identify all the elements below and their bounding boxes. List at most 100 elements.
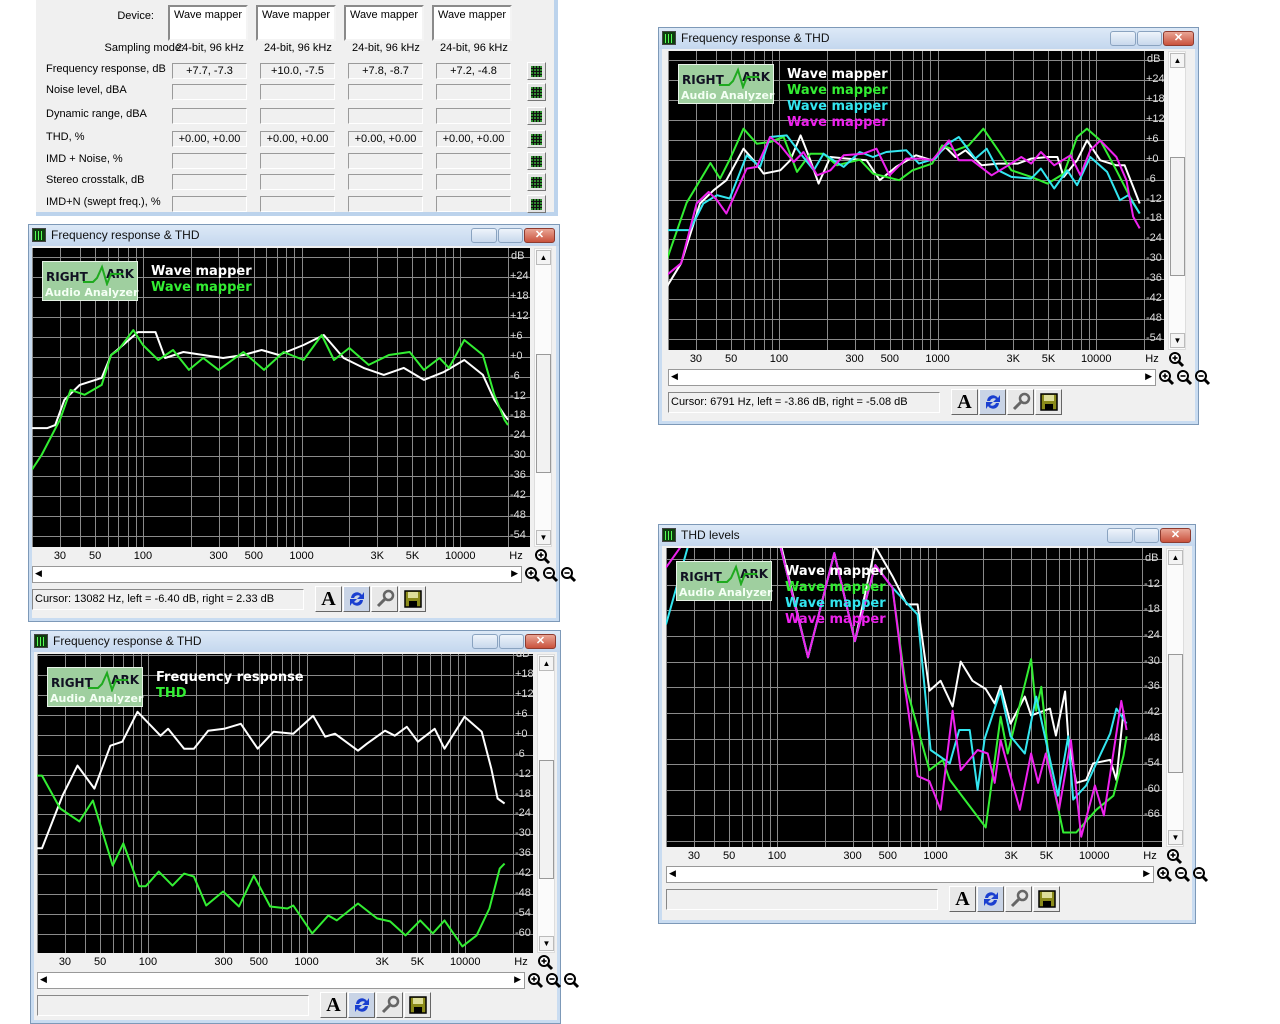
zoom-out-x-icon[interactable] [542,566,559,583]
x-tick-label: 100 [767,850,787,862]
scroll-left-button[interactable]: ◀ [35,568,42,579]
settings-button[interactable] [1005,886,1032,912]
close-button[interactable]: ✕ [524,228,555,243]
zoom-reset-icon[interactable] [560,566,577,583]
scroll-thumb[interactable] [539,759,554,880]
zoom-in-y-icon[interactable] [1166,848,1183,865]
maximize-button[interactable] [1137,31,1162,46]
scroll-right-button[interactable]: ▶ [511,568,518,579]
horizontal-scrollbar[interactable]: ◀ ▶ [666,866,1154,883]
scroll-down-button[interactable]: ▼ [1168,830,1183,845]
show-graph-button[interactable] [527,173,546,191]
cursor-status-field[interactable]: Cursor: 13082 Hz, left = -6.40 dB, right… [32,589,304,610]
show-graph-button[interactable] [527,107,546,125]
save-button[interactable] [404,992,431,1018]
font-button[interactable]: A [951,389,978,415]
device-select[interactable]: Wave mapper [344,5,424,41]
show-graph-button[interactable] [527,130,546,148]
refresh-button[interactable] [348,992,375,1018]
graph-plot[interactable]: dB +24 +18 +12 +6 +0 -6 -12 -18 -24 -30 -36 -42 -48 -5… [668,51,1165,350]
font-button[interactable]: A [949,886,976,912]
zoom-out-x-icon[interactable] [1174,866,1191,883]
scroll-right-button[interactable]: ▶ [1143,868,1150,879]
title-bar[interactable]: Frequency response & THD ✕ [659,28,1198,49]
zoom-in-y-icon[interactable] [1168,351,1185,368]
settings-button[interactable] [376,992,403,1018]
cursor-status-field[interactable] [37,995,309,1016]
show-graph-button[interactable] [527,83,546,101]
show-graph-button[interactable] [527,195,546,213]
scroll-thumb[interactable] [1170,156,1185,277]
show-graph-button[interactable] [527,152,546,170]
maximize-button[interactable] [498,228,523,243]
scroll-down-button[interactable]: ▼ [1170,333,1185,348]
zoom-reset-icon[interactable] [1192,866,1209,883]
vertical-scrollbar[interactable]: ▲ ▼ [537,654,555,953]
y-tick-label: -6 [510,369,520,382]
zoom-in-y-icon[interactable] [537,954,554,971]
zoom-in-x-icon[interactable] [527,972,544,989]
save-button[interactable] [399,586,426,612]
save-button[interactable] [1035,389,1062,415]
maximize-button[interactable] [1134,528,1159,543]
cursor-status-field[interactable]: Cursor: 6791 Hz, left = -3.86 dB, right … [668,392,940,413]
zoom-out-x-icon[interactable] [545,972,562,989]
scroll-thumb[interactable] [536,353,551,474]
minimize-button[interactable] [1110,31,1136,46]
scroll-up-button[interactable]: ▲ [539,656,554,671]
settings-button[interactable] [371,586,398,612]
scroll-up-button[interactable]: ▲ [1170,53,1185,68]
title-bar[interactable]: Frequency response & THD ✕ [31,631,560,652]
close-button[interactable]: ✕ [1160,528,1191,543]
scroll-up-button[interactable]: ▲ [1168,550,1183,565]
scroll-up-button[interactable]: ▲ [536,250,551,265]
device-select[interactable]: Wave mapper [168,5,248,41]
settings-button[interactable] [1007,389,1034,415]
scroll-left-button[interactable]: ◀ [669,868,676,879]
device-select[interactable]: Wave mapper [256,5,336,41]
refresh-button[interactable] [343,586,370,612]
maximize-button[interactable] [499,634,524,649]
result-field [348,84,423,100]
scroll-down-button[interactable]: ▼ [539,936,554,951]
scroll-right-button[interactable]: ▶ [1145,371,1152,382]
graph-plot[interactable]: dB -12 -18 -24 -30 -36 -42 -48 -54 -60 -66 RIGHT ARK… [666,548,1162,847]
show-graph-button[interactable] [527,62,546,80]
horizontal-scrollbar[interactable]: ◀ ▶ [37,972,525,989]
refresh-button[interactable] [977,886,1004,912]
horizontal-scrollbar[interactable]: ◀ ▶ [32,566,522,583]
refresh-button[interactable] [979,389,1006,415]
scroll-down-button[interactable]: ▼ [536,530,551,545]
font-button[interactable]: A [320,992,347,1018]
zoom-in-x-icon[interactable] [1156,866,1173,883]
vertical-scrollbar[interactable]: ▲ ▼ [1168,51,1186,350]
title-bar[interactable]: THD levels ✕ [659,525,1195,546]
minimize-button[interactable] [471,228,497,243]
minimize-button[interactable] [472,634,498,649]
zoom-reset-icon[interactable] [1194,369,1211,386]
scroll-left-button[interactable]: ◀ [671,371,678,382]
graph-icon [531,65,542,77]
zoom-in-x-icon[interactable] [524,566,541,583]
font-button[interactable]: A [315,586,342,612]
device-select[interactable]: Wave mapper [432,5,512,41]
graph-plot[interactable]: dB +18 +12 +6 +0 -6 -12 -18 -24 -30 -36 -42 -48 -54 -6… [37,648,534,953]
zoom-in-y-icon[interactable] [534,548,551,565]
zoom-reset-icon[interactable] [563,972,580,989]
scroll-left-button[interactable]: ◀ [40,974,47,985]
scroll-right-button[interactable]: ▶ [514,974,521,985]
window-client: dB +24 +18 +12 +6 +0 -6 -12 -18 -24 -30 -36 -42 -48 -5… [32,246,577,618]
scroll-thumb[interactable] [1168,653,1183,774]
vertical-scrollbar[interactable]: ▲ ▼ [534,248,552,547]
graph-plot[interactable]: dB +24 +18 +12 +6 +0 -6 -12 -18 -24 -30 -36 -42 -48 -5… [32,248,530,547]
save-button[interactable] [1033,886,1060,912]
cursor-status-field[interactable] [666,889,938,910]
minimize-button[interactable] [1107,528,1133,543]
close-button[interactable]: ✕ [525,634,556,649]
vertical-scrollbar[interactable]: ▲ ▼ [1166,548,1184,847]
zoom-out-x-icon[interactable] [1176,369,1193,386]
horizontal-scrollbar[interactable]: ◀ ▶ [668,369,1156,386]
zoom-in-x-icon[interactable] [1158,369,1175,386]
title-bar[interactable]: Frequency response & THD ✕ [29,225,559,246]
close-button[interactable]: ✕ [1163,31,1194,46]
